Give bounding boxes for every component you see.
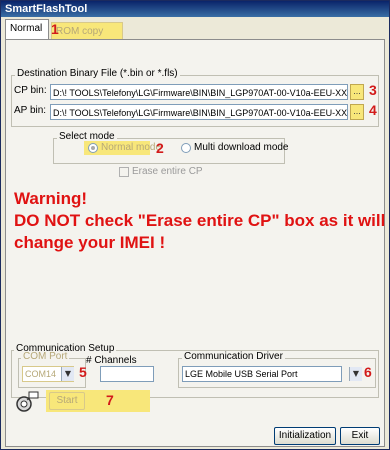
annotation-6: 6 <box>364 364 372 380</box>
com-port-dropdown-icon[interactable]: ▼ <box>61 367 74 381</box>
warning-text: Warning! DO NOT check "Erase entire CP" … <box>14 188 386 254</box>
annotation-5: 5 <box>79 364 87 380</box>
driver-legend: Communication Driver <box>182 351 285 362</box>
cp-bin-label: CP bin: <box>14 85 47 96</box>
annotation-1: 1 <box>51 21 59 37</box>
erase-cp-checkbox[interactable] <box>119 167 129 177</box>
com-port-legend: COM Port <box>21 351 70 362</box>
tab-rom-copy-dl[interactable]: ROM copy D/L <box>51 22 123 54</box>
driver-dropdown-icon[interactable]: ▼ <box>349 367 362 381</box>
window-title: SmartFlashTool <box>1 1 389 17</box>
multi-download-label: Multi download mode <box>194 142 289 153</box>
channels-label: # Channels <box>86 355 137 366</box>
warning-line-3: change your IMEI ! <box>14 233 166 252</box>
annotation-7: 7 <box>106 392 114 408</box>
start-button[interactable]: Start <box>49 392 85 410</box>
multi-download-radio[interactable] <box>181 143 191 153</box>
connection-icon <box>14 390 40 414</box>
erase-cp-label: Erase entire CP <box>132 166 203 177</box>
destination-legend: Destination Binary File (*.bin or *.fls) <box>15 68 180 79</box>
annotation-2: 2 <box>156 140 164 156</box>
tab-panel: Destination Binary File (*.bin or *.fls)… <box>5 39 385 447</box>
channels-field[interactable] <box>100 366 154 382</box>
warning-line-2: DO NOT check "Erase entire CP" box as it… <box>14 211 386 230</box>
exit-button[interactable]: Exit <box>340 427 380 445</box>
ap-browse-button[interactable]: ... <box>350 104 364 120</box>
normal-mode-label: Normal mode <box>101 142 162 153</box>
annotation-3: 3 <box>369 82 377 98</box>
cp-browse-button[interactable]: ... <box>350 84 364 100</box>
smartflashtool-window: SmartFlashTool Normal D/L ROM copy D/L 1… <box>0 0 390 450</box>
cp-bin-field[interactable]: D:\! TOOLS\Telefony\LG\Firmware\BIN\BIN_… <box>50 84 348 100</box>
ap-bin-field[interactable]: D:\! TOOLS\Telefony\LG\Firmware\BIN\BIN_… <box>50 104 348 120</box>
ap-bin-label: AP bin: <box>14 105 47 116</box>
initialization-button[interactable]: Initialization <box>274 427 336 445</box>
driver-select[interactable]: LGE Mobile USB Serial Port <box>182 366 342 382</box>
normal-mode-radio[interactable] <box>88 143 98 153</box>
warning-line-1: Warning! <box>14 189 88 208</box>
annotation-4: 4 <box>369 102 377 118</box>
tab-normal-dl[interactable]: Normal D/L <box>5 19 49 51</box>
